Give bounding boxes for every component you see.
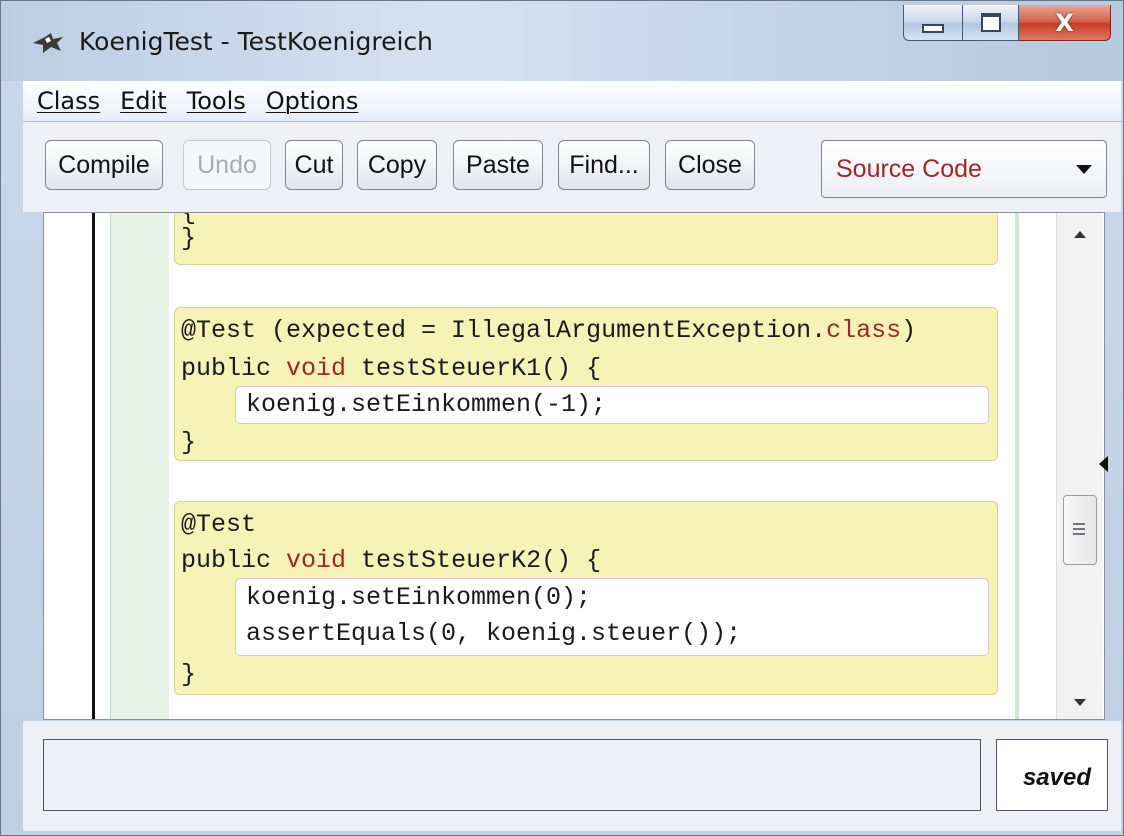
app-window: KoenigTest - TestKoenigreich X Class Edi… xyxy=(0,0,1124,836)
code-line: koenig.setEinkommen(0); xyxy=(246,583,592,612)
view-select-value: Source Code xyxy=(836,155,982,183)
chevron-down-icon xyxy=(1076,165,1092,174)
maximize-icon xyxy=(980,13,1001,32)
class-scope-strip xyxy=(110,213,169,719)
navigation-view-toggle-icon[interactable] xyxy=(1099,456,1108,472)
menu-tools[interactable]: Tools xyxy=(175,87,254,115)
bluej-bird-icon xyxy=(33,33,63,53)
method-body: koenig.setEinkommen(-1); xyxy=(235,386,989,424)
code-line: assertEquals(0, koenig.steuer()); xyxy=(246,619,742,648)
copy-button[interactable]: Copy xyxy=(357,140,437,190)
code-line: } xyxy=(181,428,197,457)
code-line: koenig.setEinkommen(-1); xyxy=(246,390,607,419)
title-bar[interactable]: KoenigTest - TestKoenigreich X xyxy=(1,1,1123,81)
menu-edit[interactable]: Edit xyxy=(108,87,174,115)
close-window-button[interactable]: X xyxy=(1019,5,1111,41)
method-block-testSteuerK1: @Test (expected = IllegalArgumentExcepti… xyxy=(174,307,998,461)
window-controls: X xyxy=(903,5,1111,43)
code-line: } xyxy=(181,224,197,253)
saved-indicator: saved xyxy=(996,739,1108,811)
code-line-annotation: @Test xyxy=(181,510,257,539)
view-select[interactable]: Source Code xyxy=(821,140,1107,198)
grip-icon xyxy=(1073,523,1085,525)
menu-bar: Class Edit Tools Options xyxy=(23,81,1121,122)
status-message xyxy=(43,739,981,811)
scroll-down-icon[interactable] xyxy=(1074,699,1086,706)
undo-button[interactable]: Undo xyxy=(183,140,271,190)
line-number-gutter-border xyxy=(92,213,95,719)
close-button[interactable]: Close xyxy=(665,140,755,190)
toolbar: Compile Undo Cut Copy Paste Find... Clos… xyxy=(23,122,1121,212)
method-body: koenig.setEinkommen(0); assertEquals(0, … xyxy=(235,578,989,656)
cut-button[interactable]: Cut xyxy=(285,140,343,190)
menu-class[interactable]: Class xyxy=(23,87,108,115)
find-button[interactable]: Find... xyxy=(558,140,650,190)
code-line: } xyxy=(181,660,197,689)
maximize-button[interactable] xyxy=(963,5,1019,41)
menu-options[interactable]: Options xyxy=(254,87,367,115)
minimize-button[interactable] xyxy=(903,5,963,41)
code-line-signature: public void testSteuerK2() { xyxy=(181,546,602,575)
vertical-scrollbar[interactable] xyxy=(1056,213,1103,719)
code-line-annotation: @Test (expected = IllegalArgumentExcepti… xyxy=(181,316,917,345)
method-block-previous: { } xyxy=(174,213,998,265)
paste-button[interactable]: Paste xyxy=(453,140,543,190)
code-line-signature: public void testSteuerK1() { xyxy=(181,354,602,383)
class-scope-right-edge xyxy=(1015,213,1019,719)
source-editor[interactable]: { } @Test (expected = IllegalArgumentExc… xyxy=(43,212,1105,720)
saved-label: saved xyxy=(1022,764,1091,791)
window-title: KoenigTest - TestKoenigreich xyxy=(79,27,433,56)
method-block-testSteuerK2: @Test public void testSteuerK2() { koeni… xyxy=(174,501,998,695)
minimize-icon xyxy=(922,24,944,33)
scroll-up-icon[interactable] xyxy=(1074,231,1086,238)
scroll-thumb[interactable] xyxy=(1063,495,1097,565)
close-icon: X xyxy=(1055,8,1074,37)
compile-button[interactable]: Compile xyxy=(45,140,163,190)
